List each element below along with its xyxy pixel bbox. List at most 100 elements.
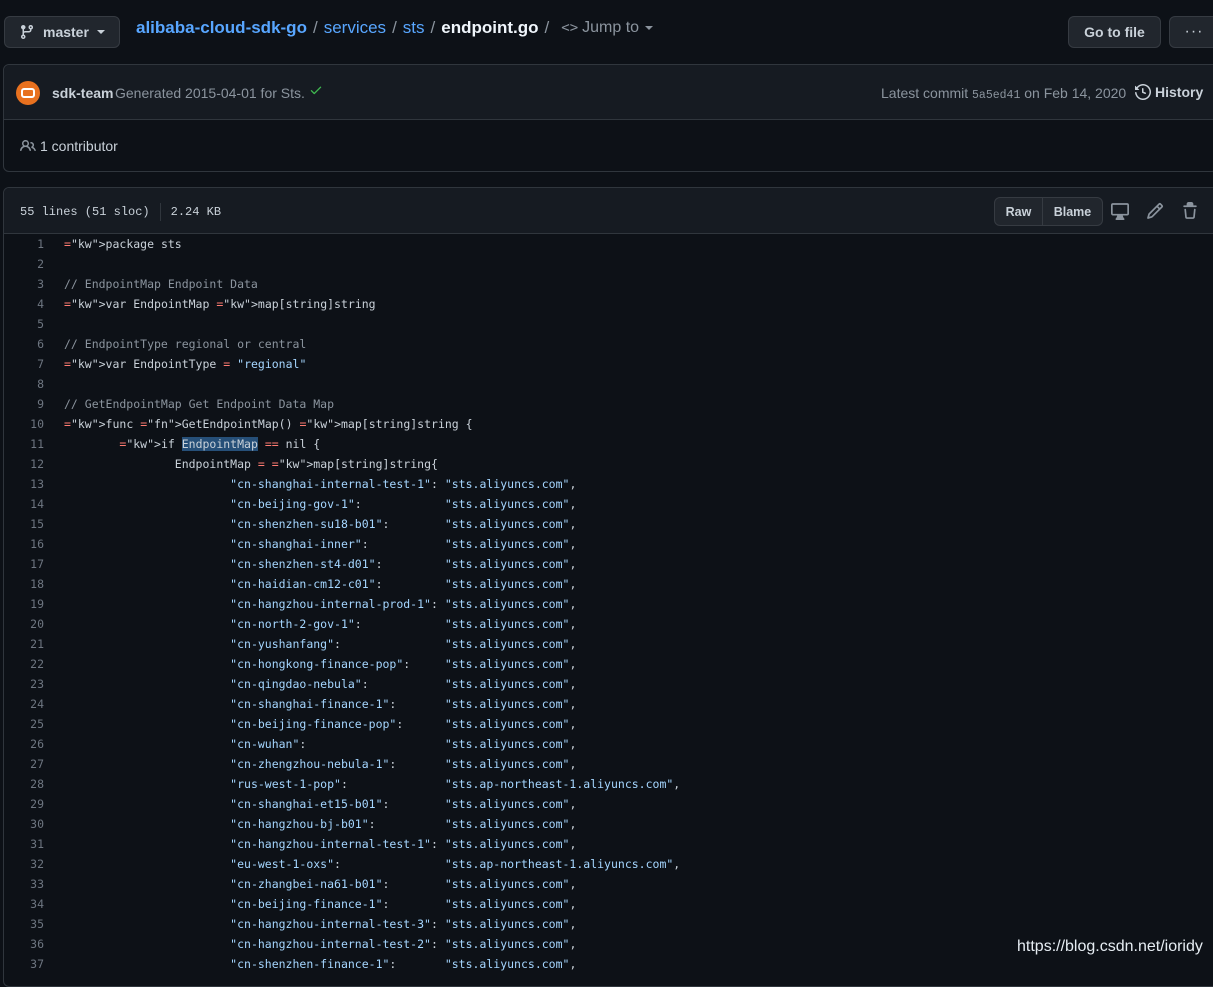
line-number[interactable]: 5	[4, 314, 48, 334]
line-content: ="kw">if EndpointMap == nil {	[119, 437, 321, 451]
contributors-link[interactable]: 1 contributor	[20, 138, 118, 154]
breadcrumb-repo-link[interactable]: alibaba-cloud-sdk-go	[136, 18, 307, 38]
code-line: 27 "cn-zhengzhou-nebula-1": "sts.aliyunc…	[4, 754, 1213, 774]
breadcrumb-services-link[interactable]: services	[324, 18, 386, 38]
code-line: 9 // GetEndpointMap Get Endpoint Data Map	[4, 394, 1213, 414]
line-content: "cn-hangzhou-internal-test-1": "sts.aliy…	[230, 837, 577, 851]
commit-sha-link[interactable]: 5a5ed41	[972, 89, 1020, 102]
line-number[interactable]: 37	[4, 954, 48, 974]
code-line: 14 "cn-beijing-gov-1": "sts.aliyuncs.com…	[4, 494, 1213, 514]
code-line: 7 ="kw">var EndpointType = "regional"	[4, 354, 1213, 374]
chevron-down-icon	[645, 26, 654, 30]
go-to-file-button[interactable]: Go to file	[1068, 16, 1161, 48]
line-number[interactable]: 36	[4, 934, 48, 954]
line-number[interactable]: 35	[4, 914, 48, 934]
chevron-down-icon	[96, 30, 105, 34]
code-line: 37 "cn-shenzhen-finance-1": "sts.aliyunc…	[4, 954, 1213, 974]
line-number[interactable]: 2	[4, 254, 48, 274]
breadcrumb-file-name: endpoint.go	[441, 18, 539, 37]
trash-icon[interactable]	[1181, 202, 1199, 220]
raw-button[interactable]: Raw	[994, 197, 1043, 226]
line-number[interactable]: 6	[4, 334, 48, 354]
code-line: 30 "cn-hangzhou-bj-b01": "sts.aliyuncs.c…	[4, 814, 1213, 834]
line-number[interactable]: 19	[4, 594, 48, 614]
line-number[interactable]: 11	[4, 434, 48, 454]
code-line: 25 "cn-beijing-finance-pop": "sts.aliyun…	[4, 714, 1213, 734]
line-number[interactable]: 29	[4, 794, 48, 814]
breadcrumb-sts-link[interactable]: sts	[403, 18, 425, 38]
code-line: 20 "cn-north-2-gov-1": "sts.aliyuncs.com…	[4, 614, 1213, 634]
line-number[interactable]: 4	[4, 294, 48, 314]
line-number[interactable]: 15	[4, 514, 48, 534]
line-content: ="kw">package sts	[64, 237, 182, 251]
line-number[interactable]: 9	[4, 394, 48, 414]
line-number[interactable]: 33	[4, 874, 48, 894]
commit-author-link[interactable]: sdk-team	[52, 85, 113, 101]
history-icon	[1135, 84, 1151, 100]
line-content: "cn-hangzhou-internal-prod-1": "sts.aliy…	[230, 597, 577, 611]
code-line: 22 "cn-hongkong-finance-pop": "sts.aliyu…	[4, 654, 1213, 674]
line-content: ="kw">var EndpointType = "regional"	[64, 357, 307, 371]
line-number[interactable]: 13	[4, 474, 48, 494]
line-number[interactable]: 17	[4, 554, 48, 574]
line-number[interactable]: 1	[4, 234, 48, 254]
file-actions: Raw Blame	[994, 197, 1103, 226]
line-content: ="kw">func ="fn">GetEndpointMap() ="kw">…	[64, 417, 473, 431]
line-number[interactable]: 28	[4, 774, 48, 794]
line-number[interactable]: 7	[4, 354, 48, 374]
line-number[interactable]: 12	[4, 454, 48, 474]
contributors-label: 1 contributor	[40, 138, 118, 154]
line-content: // GetEndpointMap Get Endpoint Data Map	[64, 397, 335, 411]
check-icon[interactable]	[309, 83, 323, 97]
breadcrumb: alibaba-cloud-sdk-go / services / sts / …	[136, 18, 654, 38]
jump-to-button[interactable]: <> Jump to	[561, 19, 654, 37]
line-content: "cn-beijing-finance-pop": "sts.aliyuncs.…	[230, 717, 577, 731]
line-number[interactable]: 32	[4, 854, 48, 874]
line-number[interactable]: 10	[4, 414, 48, 434]
line-content: "cn-wuhan": "sts.aliyuncs.com",	[230, 737, 577, 751]
line-number[interactable]: 30	[4, 814, 48, 834]
line-content: EndpointMap = ="kw">map[string]string{	[64, 457, 438, 471]
breadcrumb-separator: /	[312, 18, 318, 37]
code-line: 16 "cn-shanghai-inner": "sts.aliyuncs.co…	[4, 534, 1213, 554]
line-number[interactable]: 21	[4, 634, 48, 654]
line-number[interactable]: 22	[4, 654, 48, 674]
line-number[interactable]: 18	[4, 574, 48, 594]
line-number[interactable]: 25	[4, 714, 48, 734]
line-content: // EndpointMap Endpoint Data	[64, 277, 258, 291]
avatar[interactable]	[16, 81, 40, 105]
code-line: 12 EndpointMap = ="kw">map[string]string…	[4, 454, 1213, 474]
line-number[interactable]: 20	[4, 614, 48, 634]
code-view[interactable]: 1 ="kw">package sts 2 3 // EndpointMap Endpo…	[4, 234, 1213, 974]
more-options-button[interactable]: ···	[1169, 16, 1213, 48]
line-number[interactable]: 8	[4, 374, 48, 394]
line-content	[48, 254, 64, 274]
file-navigation: master alibaba-cloud-sdk-go / services /…	[0, 0, 1213, 64]
line-number[interactable]: 31	[4, 834, 48, 854]
branch-select-button[interactable]: master	[4, 16, 120, 48]
line-number[interactable]: 23	[4, 674, 48, 694]
line-content: "eu-west-1-oxs": "sts.ap-northeast-1.ali…	[230, 857, 681, 871]
code-line: 6 // EndpointType regional or central	[4, 334, 1213, 354]
pencil-icon[interactable]	[1146, 202, 1164, 220]
commit-message-link[interactable]: Generated 2015-04-01 for Sts.	[115, 85, 305, 101]
code-line: 2	[4, 254, 1213, 274]
line-number[interactable]: 3	[4, 274, 48, 294]
blame-button[interactable]: Blame	[1043, 197, 1103, 226]
code-line: 4 ="kw">var EndpointMap ="kw">map[string]…	[4, 294, 1213, 314]
line-number[interactable]: 34	[4, 894, 48, 914]
history-link[interactable]: History	[1135, 84, 1203, 100]
code-line: 5	[4, 314, 1213, 334]
commit-box: sdk-team Generated 2015-04-01 for Sts. L…	[3, 64, 1213, 172]
code-line: 10 ="kw">func ="fn">GetEndpointMap() ="kw…	[4, 414, 1213, 434]
line-number[interactable]: 26	[4, 734, 48, 754]
code-line: 21 "cn-yushanfang": "sts.aliyuncs.com",	[4, 634, 1213, 654]
line-content	[48, 314, 64, 334]
line-number[interactable]: 27	[4, 754, 48, 774]
file-size: 2.24 KB	[170, 205, 222, 219]
line-number[interactable]: 24	[4, 694, 48, 714]
desktop-icon[interactable]	[1111, 202, 1129, 220]
line-number[interactable]: 14	[4, 494, 48, 514]
line-number[interactable]: 16	[4, 534, 48, 554]
line-content: "cn-yushanfang": "sts.aliyuncs.com",	[230, 637, 577, 651]
